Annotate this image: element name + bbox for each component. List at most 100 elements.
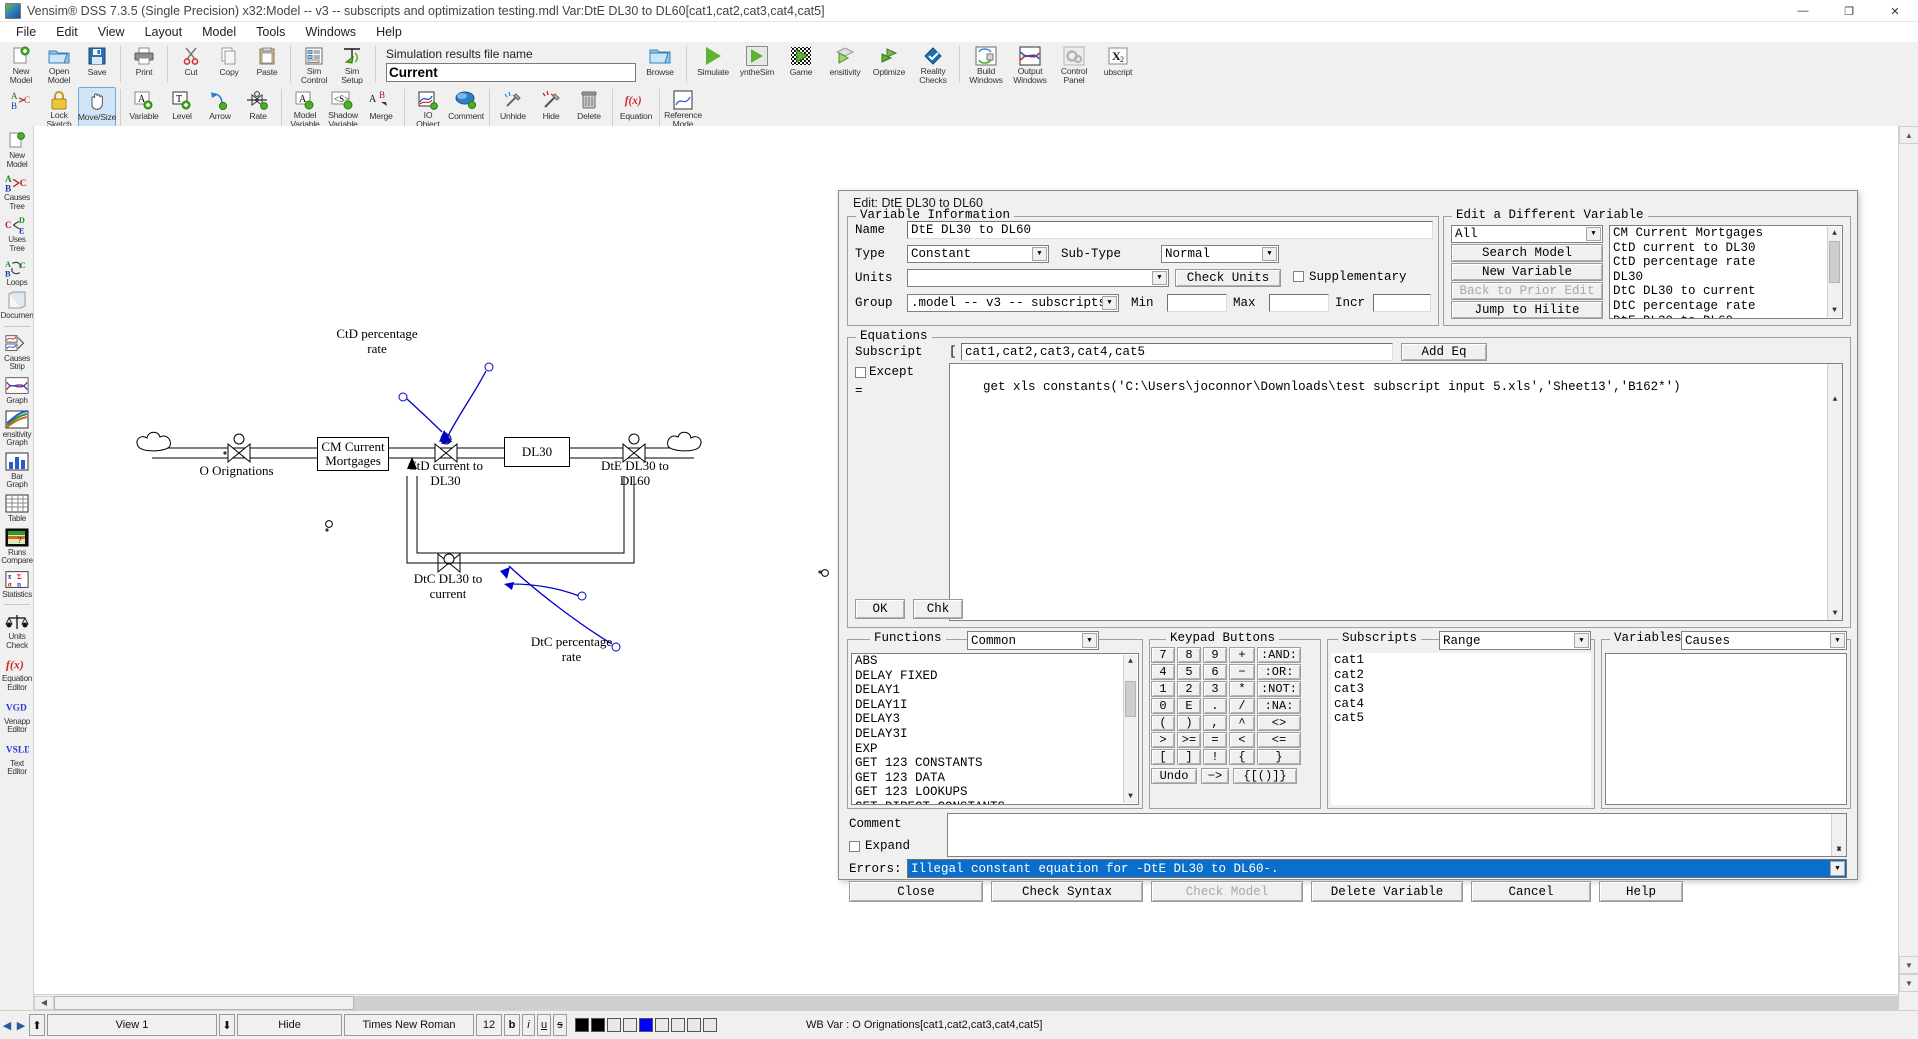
reality-checks-button[interactable]: Reality Checks	[911, 43, 955, 85]
keypad-key-[interactable]: −	[1229, 664, 1255, 680]
arrow-style-button[interactable]	[655, 1018, 669, 1032]
new-variable-button[interactable]: New Variable	[1451, 263, 1603, 281]
view-name[interactable]: View 1	[47, 1014, 217, 1036]
move-size-button[interactable]: Move/Size	[78, 87, 116, 129]
simulate-button[interactable]: Simulate	[691, 43, 735, 85]
close-button[interactable]: ✕	[1872, 0, 1918, 22]
supplementary-checkbox[interactable]	[1293, 271, 1304, 282]
comment-textarea[interactable]: ▲ ▼	[947, 813, 1847, 857]
list-item[interactable]: DtE DL30 to DL60	[1610, 314, 1842, 318]
keypad-key-[interactable]: +	[1229, 647, 1255, 663]
chevron-down-icon[interactable]: ▼	[1082, 633, 1097, 648]
keypad-key-[interactable]: .	[1203, 698, 1227, 714]
list-item[interactable]: DELAY1	[852, 683, 1138, 698]
list-item[interactable]: GET DIRECT CONSTANTS	[852, 800, 1138, 804]
except-checkbox[interactable]	[855, 367, 866, 378]
text-format-button[interactable]	[687, 1018, 701, 1032]
scroll-up-icon[interactable]: ▲	[1828, 392, 1842, 406]
list-item[interactable]: DELAY3I	[852, 727, 1138, 742]
scroll-up-icon[interactable]: ▲	[1124, 655, 1137, 668]
comment-tool[interactable]: Comment	[447, 87, 485, 129]
keypad--button[interactable]: −>	[1201, 768, 1229, 784]
table-button[interactable]: Table	[0, 491, 33, 525]
keypad-key-[interactable]: >=	[1177, 732, 1201, 748]
merge-tool[interactable]: AB Merge	[362, 87, 400, 129]
causes-strip-button[interactable]: Causes Strip	[0, 331, 33, 373]
graph-button[interactable]: Graph	[0, 373, 33, 407]
print-button[interactable]: Print	[125, 43, 163, 85]
keypad-key-5[interactable]: 5	[1177, 664, 1201, 680]
keypad-key-OR[interactable]: :OR:	[1257, 664, 1301, 680]
underline-button[interactable]: u	[537, 1014, 551, 1036]
arrow-tool[interactable]: Arrow	[201, 87, 239, 129]
sim-setup-button[interactable]: Sim Setup	[333, 43, 371, 85]
keypad-key-[interactable]: >	[1151, 732, 1175, 748]
sensitivity-graph-button[interactable]: ensitivity Graph	[0, 407, 33, 449]
output-windows-button[interactable]: Output Windows	[1008, 43, 1052, 85]
prev-view-button[interactable]: ◀	[0, 1011, 14, 1039]
italic-button[interactable]: i	[522, 1014, 535, 1036]
group-combo[interactable]: .model -- v3 -- subscripts ▼	[907, 294, 1119, 312]
list-item[interactable]: DtC percentage rate	[1610, 299, 1842, 314]
superscript-button[interactable]	[671, 1018, 685, 1032]
control-panel-button[interactable]: Control Panel	[1052, 43, 1096, 85]
view-down-button[interactable]: ⬇	[219, 1014, 235, 1036]
keypad-key-[interactable]: =	[1203, 732, 1227, 748]
scroll-up-icon[interactable]: ▲	[1828, 227, 1841, 240]
venapp-editor-button[interactable]: VGD Venapp Editor	[0, 694, 33, 736]
menu-item-layout[interactable]: Layout	[135, 23, 193, 41]
check-units-button[interactable]: Check Units	[1175, 269, 1281, 287]
chevron-down-icon[interactable]: ▼	[1102, 296, 1117, 310]
keypad-key-[interactable]: !	[1203, 749, 1227, 765]
font-size[interactable]: 12	[476, 1014, 502, 1036]
help-button[interactable]: Help	[1599, 881, 1683, 902]
scrollbar-track[interactable]	[354, 995, 1898, 1010]
list-item[interactable]: CtD percentage rate	[1610, 255, 1842, 270]
menu-item-model[interactable]: Model	[192, 23, 246, 41]
fill-color-swatch[interactable]	[591, 1018, 605, 1032]
units-combo[interactable]: ▼	[907, 269, 1169, 287]
subscript-field[interactable]: cat1,cat2,cat3,cat4,cat5	[961, 343, 1393, 361]
new-model-side-button[interactable]: New Model	[0, 128, 33, 170]
next-view-button[interactable]: ▶	[14, 1011, 28, 1039]
scroll-down-icon[interactable]: ▼	[1828, 304, 1841, 317]
jump-to-hilite-button[interactable]: Jump to Hilite	[1451, 301, 1603, 319]
canvas-horizontal-scrollbar[interactable]: ◀	[34, 994, 1898, 1010]
chevron-down-icon[interactable]: ▼	[1262, 247, 1277, 261]
label-ctd-current-to-dl30[interactable]: CtD current to DL30	[403, 458, 488, 488]
errors-field[interactable]: Illegal constant equation for -DtE DL30 …	[907, 859, 1847, 878]
scroll-up-button[interactable]: ▲	[1899, 126, 1918, 144]
variable-list[interactable]: CM Current Mortgages CtD current to DL30…	[1609, 225, 1843, 319]
stock-cm-current-mortgages[interactable]: CM Current Mortgages	[317, 437, 389, 471]
keypad-key-0[interactable]: 0	[1151, 698, 1175, 714]
level-tool[interactable]: T Level	[163, 87, 201, 129]
causes-tree-button[interactable]: ABC Causes Tree	[0, 170, 33, 212]
new-model-button[interactable]: New Model	[2, 43, 40, 85]
list-item[interactable]: DL30	[1610, 270, 1842, 285]
uses-tree-button[interactable]: CDE Uses Tree	[0, 212, 33, 254]
equation-tool[interactable]: f(x) Equation	[617, 87, 655, 129]
keypad-key-9[interactable]: 9	[1203, 647, 1227, 663]
scroll-left-button[interactable]: ◀	[34, 995, 54, 1010]
menu-item-edit[interactable]: Edit	[46, 23, 88, 41]
keypad--button[interactable]: {[()]}	[1233, 768, 1297, 784]
chevron-down-icon[interactable]: ▼	[1586, 227, 1601, 241]
subscripts-filter-combo[interactable]: Range ▼	[1439, 631, 1591, 650]
keypad-key-[interactable]: {	[1229, 749, 1255, 765]
variables-filter-combo[interactable]: Causes ▼	[1681, 631, 1847, 650]
runs-compare-button[interactable]: ? Runs Compare	[0, 525, 33, 567]
ok-button[interactable]: OK	[855, 599, 905, 619]
scroll-page-down-button[interactable]: ▼	[1899, 956, 1918, 974]
paste-button[interactable]: Paste	[248, 43, 286, 85]
variables-list[interactable]	[1605, 653, 1847, 805]
type-combo[interactable]: Constant ▼	[907, 245, 1049, 263]
keypad-key-NA[interactable]: :NA:	[1257, 698, 1301, 714]
scroll-down-icon[interactable]: ▼	[1832, 842, 1846, 856]
canvas-vertical-scrollbar[interactable]: ▲ ▼ ▼	[1898, 126, 1918, 1010]
list-item[interactable]: DtC DL30 to current	[1610, 284, 1842, 299]
bold-button[interactable]: b	[504, 1014, 520, 1036]
keypad-key-[interactable]: (	[1151, 715, 1175, 731]
keypad-key-8[interactable]: 8	[1177, 647, 1201, 663]
game-button[interactable]: Game	[779, 43, 823, 85]
keypad-key-[interactable]: ,	[1203, 715, 1227, 731]
